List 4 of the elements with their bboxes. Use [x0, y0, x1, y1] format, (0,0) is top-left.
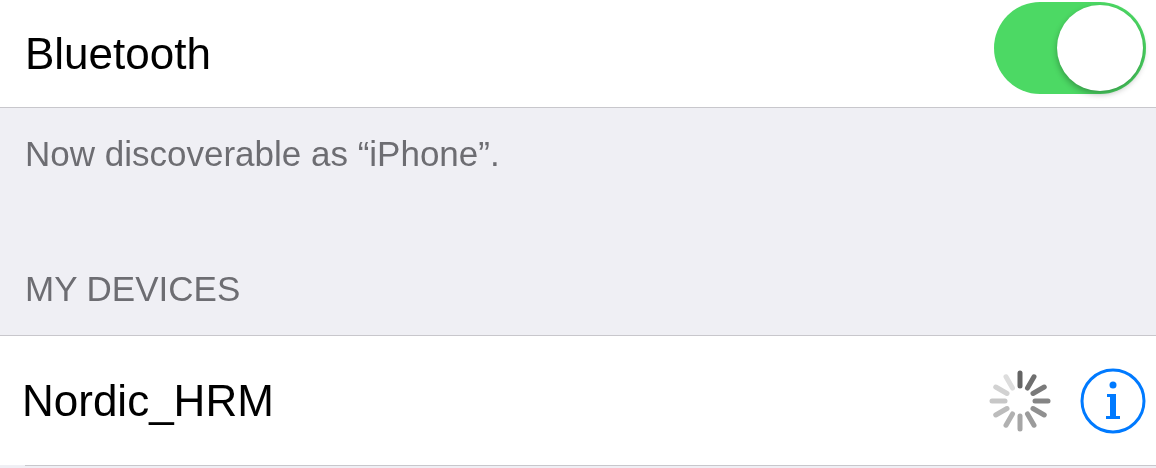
section-header: MY DEVICES	[25, 269, 242, 309]
footer-text: Now discoverable as “iPhone”.	[25, 134, 501, 174]
info-icon[interactable]	[1080, 367, 1146, 434]
setting-label: Bluetooth	[25, 28, 212, 79]
